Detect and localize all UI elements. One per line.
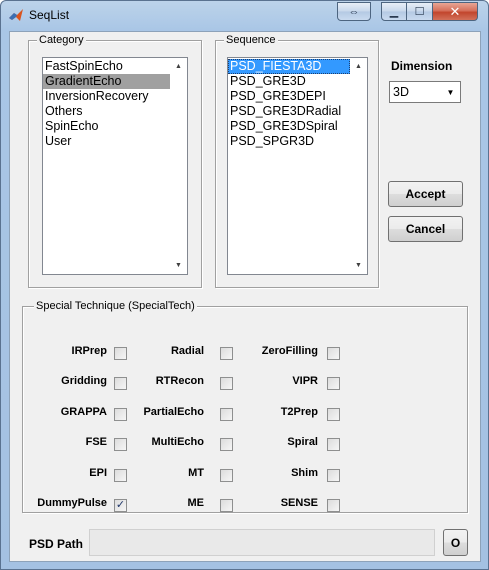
sequence-scrollbar[interactable]: ▲ ▼ — [350, 58, 367, 274]
scroll-down-icon[interactable]: ▼ — [170, 257, 187, 274]
sequence-list-item[interactable]: PSD_SPGR3D — [228, 134, 350, 149]
chevron-down-icon: ▼ — [446, 87, 455, 97]
category-list: FastSpinEcho GradientEcho InversionRecover… — [43, 58, 170, 149]
psd-path-label: PSD Path — [29, 537, 84, 551]
technique-label: FSE — [85, 436, 107, 448]
sequence-panel-title: Sequence — [224, 33, 278, 47]
category-listbox[interactable]: FastSpinEcho GradientEcho InversionRecover… — [42, 57, 188, 275]
sequence-panel: Sequence PSD_FIESTA3D PSD_GRE3D PSD_GRE3DE… — [215, 33, 379, 288]
maximize-button[interactable]: ☐ — [406, 2, 433, 21]
maximize-icon: ☐ — [414, 6, 425, 18]
scroll-down-icon[interactable]: ▼ — [350, 257, 367, 274]
technique-label: GRAPPA — [60, 406, 107, 418]
technique-label: MultiEcho — [151, 436, 204, 448]
category-scrollbar[interactable]: ▲ ▼ — [170, 58, 187, 274]
scroll-up-icon[interactable]: ▲ — [350, 58, 367, 75]
technique-checkbox[interactable] — [327, 438, 340, 451]
category-panel-title: Category — [37, 33, 86, 47]
technique-label: MT — [188, 467, 204, 479]
sequence-list-item[interactable]: PSD_FIESTA3D — [228, 59, 350, 74]
special-technique-title: Special Technique (SpecialTech) — [34, 299, 197, 313]
technique-label: PartialEcho — [143, 406, 204, 418]
technique-label: ME — [187, 497, 205, 509]
technique-checkbox[interactable] — [220, 347, 233, 360]
sequence-list-item[interactable]: PSD_GRE3DRadial — [228, 104, 350, 119]
technique-label: VIPR — [292, 375, 318, 387]
technique-label: EPI — [89, 467, 107, 479]
sequence-list-item[interactable]: PSD_GRE3DEPI — [228, 89, 350, 104]
technique-label: Shim — [291, 467, 318, 479]
window-title: SeqList — [29, 8, 70, 22]
technique-label: RTRecon — [155, 375, 204, 387]
dock-icon: ⇔ — [348, 5, 360, 18]
minimize-icon: ▁ — [389, 6, 399, 18]
technique-checkbox[interactable] — [327, 347, 340, 360]
technique-label: ZeroFilling — [261, 345, 318, 357]
dimension-label: Dimension — [391, 59, 453, 73]
close-button[interactable]: ✕ — [432, 2, 478, 21]
category-list-item[interactable]: SpinEcho — [43, 119, 170, 134]
technique-checkbox[interactable] — [327, 469, 340, 482]
scroll-up-icon[interactable]: ▲ — [170, 58, 187, 75]
technique-label: T2Prep — [280, 406, 318, 418]
accept-button[interactable]: Accept — [388, 181, 463, 207]
technique-checkbox[interactable] — [220, 499, 233, 512]
psd-path-field[interactable] — [89, 529, 435, 556]
technique-checkbox[interactable] — [327, 377, 340, 390]
technique-label: DummyPulse — [37, 497, 107, 509]
technique-checkbox[interactable] — [327, 408, 340, 421]
cancel-button[interactable]: Cancel — [388, 216, 463, 242]
seqlist-window: SeqList ⇔ ▁ ☐ ✕ Category FastSpinEcho Gra… — [0, 0, 489, 570]
technique-label: SENSE — [280, 497, 318, 509]
special-technique-panel: Special Technique (SpecialTech) IRPrep Ra… — [22, 299, 468, 513]
technique-checkbox[interactable] — [220, 469, 233, 482]
close-icon: ✕ — [449, 3, 461, 19]
category-panel: Category FastSpinEcho GradientEcho Inversi… — [28, 33, 202, 288]
sequence-list-item[interactable]: PSD_GRE3D — [228, 74, 350, 89]
technique-checkbox[interactable] — [220, 377, 233, 390]
title-bar[interactable]: SeqList ⇔ ▁ ☐ ✕ — [1, 1, 488, 29]
technique-label: IRPrep — [71, 345, 107, 357]
technique-checkbox[interactable] — [220, 438, 233, 451]
minimize-button[interactable]: ▁ — [381, 2, 407, 21]
category-list-item[interactable]: User — [43, 134, 170, 149]
technique-checkbox[interactable] — [327, 499, 340, 512]
sequence-list: PSD_FIESTA3D PSD_GRE3D PSD_GRE3DEPI PSD_GRE… — [228, 58, 350, 149]
technique-checkbox[interactable] — [220, 408, 233, 421]
sequence-list-item[interactable]: PSD_GRE3DSpiral — [228, 119, 350, 134]
open-path-button[interactable]: O — [443, 529, 468, 556]
dock-button[interactable]: ⇔ — [337, 2, 371, 21]
dimension-dropdown[interactable]: 3D ▼ — [389, 81, 461, 103]
sequence-listbox[interactable]: PSD_FIESTA3D PSD_GRE3D PSD_GRE3DEPI PSD_GRE… — [227, 57, 368, 275]
client-area: Category FastSpinEcho GradientEcho Inversi… — [9, 31, 481, 562]
category-list-item[interactable]: InversionRecovery — [43, 89, 170, 104]
category-list-item[interactable]: FastSpinEcho — [43, 59, 170, 74]
technique-label: Radial — [170, 345, 204, 357]
matlab-icon — [9, 9, 23, 21]
category-list-item[interactable]: GradientEcho — [43, 74, 170, 89]
dimension-value: 3D — [393, 85, 409, 99]
category-list-item[interactable]: Others — [43, 104, 170, 119]
technique-label: Spiral — [287, 436, 318, 448]
technique-label: Gridding — [61, 375, 107, 387]
